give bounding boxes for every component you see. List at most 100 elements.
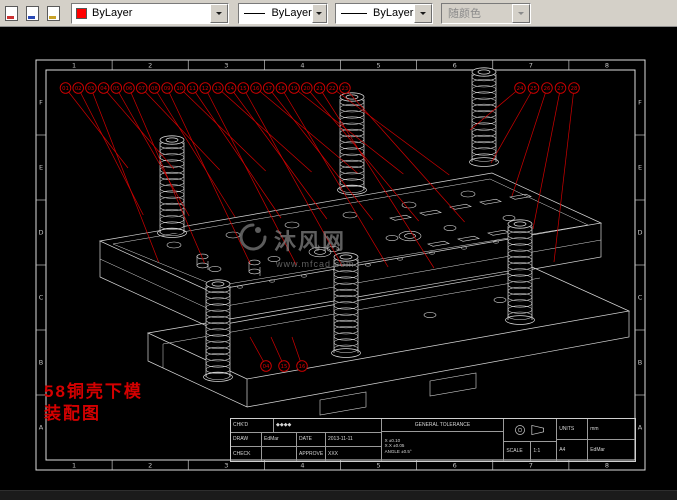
annotation-line1: 58铜壳下模	[44, 382, 143, 401]
chevron-down-icon[interactable]	[210, 3, 228, 23]
titleblock-scale-label: SCALE	[506, 448, 523, 454]
svg-text:D: D	[637, 229, 642, 237]
svg-text:28: 28	[571, 86, 578, 92]
tolerance-title: GENERAL TOLERANCE	[414, 421, 471, 428]
svg-text:16: 16	[299, 364, 306, 370]
third-angle-projection-icon	[504, 419, 557, 442]
spring-post	[203, 279, 233, 382]
spring-post	[505, 219, 535, 325]
svg-text:27: 27	[557, 86, 564, 92]
annotation-line2: 装配图	[44, 404, 101, 423]
svg-text:16: 16	[253, 86, 260, 92]
arrow-glyph	[216, 11, 222, 18]
svg-text:14: 14	[227, 86, 234, 92]
svg-text:24: 24	[517, 86, 524, 92]
svg-text:01: 01	[62, 86, 69, 92]
part-callout: 28	[553, 82, 580, 263]
titleblock-units-label: UNITS	[559, 425, 575, 432]
tolerance-values: X ±0.10 X.X ±0.05 ANGLE ±0.5°	[381, 431, 504, 461]
svg-text:8: 8	[605, 62, 609, 70]
drawing-canvas[interactable]: 1122334455667788FFEEDDCCBBAA 01 02 03 04…	[0, 26, 677, 500]
svg-text:D: D	[38, 229, 43, 237]
title-block: CHK'D ◆◆◆◆ DRAW EdMar DATE 2013-11-11 CH…	[230, 418, 636, 462]
layer-manager-button[interactable]	[44, 3, 63, 23]
cad-application-window: ByLayer ByLayer ByLayer 随颜色 112233445566…	[0, 0, 677, 500]
tolerance-row: ANGLE ±0.5°	[384, 448, 412, 454]
svg-text:06: 06	[126, 86, 133, 92]
svg-text:02: 02	[75, 86, 82, 92]
svg-text:07: 07	[138, 86, 145, 92]
titleblock-scale-value: 1:1	[530, 442, 556, 461]
svg-text:09: 09	[164, 86, 171, 92]
titleblock-approve-value: XXX	[325, 447, 381, 461]
chevron-down-icon[interactable]	[311, 3, 327, 23]
object-properties-toolbar: ByLayer ByLayer ByLayer 随颜色	[0, 0, 677, 27]
plotstyle-control-value: 随颜色	[448, 8, 481, 20]
layer-page-icon	[5, 5, 18, 21]
spring-post	[469, 67, 499, 167]
svg-text:23: 23	[342, 86, 349, 92]
svg-text:11: 11	[189, 86, 196, 92]
svg-text:4: 4	[300, 62, 304, 70]
svg-text:6: 6	[453, 62, 457, 70]
svg-text:1: 1	[72, 62, 76, 70]
svg-text:7: 7	[529, 462, 533, 470]
part-callout: 25	[490, 82, 540, 164]
arrow-glyph	[420, 11, 426, 18]
svg-text:2: 2	[148, 462, 152, 470]
svg-text:08: 08	[151, 86, 158, 92]
lineweight-control-dropdown[interactable]: ByLayer	[335, 2, 433, 24]
chevron-down-icon[interactable]	[414, 3, 432, 23]
svg-text:7: 7	[529, 62, 533, 70]
part-callout: 04	[97, 82, 175, 170]
titleblock-chkd-label: CHK'D	[233, 422, 249, 428]
part-callout: 14	[224, 82, 328, 220]
svg-text:05: 05	[113, 86, 120, 92]
layer-previous-button[interactable]	[23, 3, 42, 23]
titleblock-cell	[261, 447, 296, 461]
layer-previous-icon	[26, 5, 39, 21]
arrow-glyph	[518, 11, 524, 18]
plotstyle-control-dropdown: 随颜色	[441, 2, 531, 24]
watermark-url: www.mfcad.com	[276, 259, 355, 269]
part-callout: 04	[249, 336, 272, 372]
linetype-control-dropdown[interactable]: ByLayer	[238, 2, 328, 24]
linetype-sample-icon	[244, 12, 266, 14]
part-callout: 10	[174, 82, 266, 172]
svg-text:19: 19	[291, 86, 298, 92]
svg-text:6: 6	[453, 462, 457, 470]
titleblock-units-value: mm	[587, 419, 635, 439]
watermark: 沐风网 www.mfcad.com	[238, 222, 355, 269]
svg-text:21: 21	[316, 86, 323, 92]
titleblock-date-label: DATE	[296, 433, 325, 446]
titleblock-size-value: A4	[559, 447, 566, 453]
part-callout: 15	[270, 336, 290, 372]
svg-text:04: 04	[263, 364, 270, 370]
part-callout: 13	[212, 82, 312, 173]
svg-text:8: 8	[605, 462, 609, 470]
svg-text:5: 5	[376, 462, 380, 470]
svg-text:26: 26	[544, 86, 551, 92]
color-control-value: ByLayer	[92, 7, 133, 19]
part-callout: 16	[291, 336, 308, 372]
bottom-strip	[0, 490, 677, 500]
part-callout: 26	[511, 82, 553, 197]
color-control-dropdown[interactable]: ByLayer	[71, 2, 229, 24]
spring-post	[157, 135, 187, 238]
linetype-control-value: ByLayer	[271, 7, 312, 19]
svg-text:E: E	[638, 164, 642, 172]
svg-text:1: 1	[72, 462, 76, 470]
svg-text:3: 3	[224, 62, 228, 70]
layers-icon	[47, 5, 60, 21]
svg-text:13: 13	[215, 86, 222, 92]
watermark-logo-icon	[238, 222, 268, 257]
lineweight-sample-icon	[341, 12, 367, 14]
make-layer-current-button[interactable]	[2, 3, 21, 23]
titleblock-rev-value: EdMar	[587, 440, 635, 461]
svg-text:15: 15	[240, 86, 247, 92]
svg-text:10: 10	[176, 86, 183, 92]
svg-text:17: 17	[265, 86, 272, 92]
watermark-brand: 沐风网	[274, 228, 347, 254]
svg-text:F: F	[638, 99, 642, 107]
chevron-down-icon	[512, 3, 530, 23]
